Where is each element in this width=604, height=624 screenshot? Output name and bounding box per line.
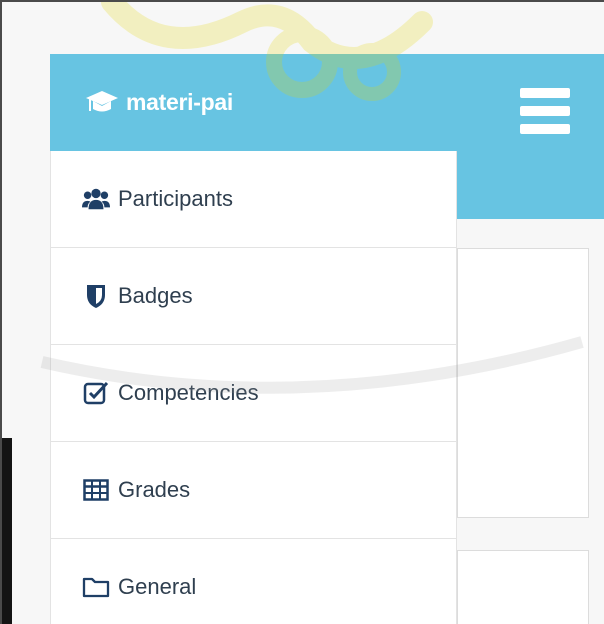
header-bar (455, 54, 604, 219)
hamburger-icon[interactable] (520, 88, 570, 134)
table-icon (82, 476, 110, 504)
sidebar-item-label: General (118, 574, 197, 599)
check-square-icon (82, 379, 110, 407)
sidebar-item-label: Badges (118, 283, 193, 308)
course-name: materi-pai (126, 89, 233, 115)
shield-icon (82, 282, 110, 310)
content-card (457, 550, 589, 624)
users-icon (82, 185, 110, 213)
sidebar-item-label: Grades (118, 477, 191, 502)
window-edge (2, 438, 12, 624)
content-card (457, 248, 589, 518)
sidebar-item-competencies[interactable]: Competencies (50, 345, 457, 442)
sidebar-brand-link[interactable]: materi-pai (50, 54, 457, 151)
sidebar-item-badges[interactable]: Badges (50, 248, 457, 345)
sidebar-item-participants[interactable]: Participants (50, 151, 457, 248)
app-window: materi-pai Participants Badges Competenc… (0, 0, 604, 624)
sidebar-item-general[interactable]: General (50, 539, 457, 624)
sidebar-drawer: materi-pai Participants Badges Competenc… (50, 54, 457, 624)
folder-icon (82, 573, 110, 601)
graduation-cap-icon (84, 88, 120, 118)
sidebar-item-grades[interactable]: Grades (50, 442, 457, 539)
sidebar-item-label: Competencies (118, 380, 259, 405)
sidebar-item-label: Participants (118, 186, 233, 211)
